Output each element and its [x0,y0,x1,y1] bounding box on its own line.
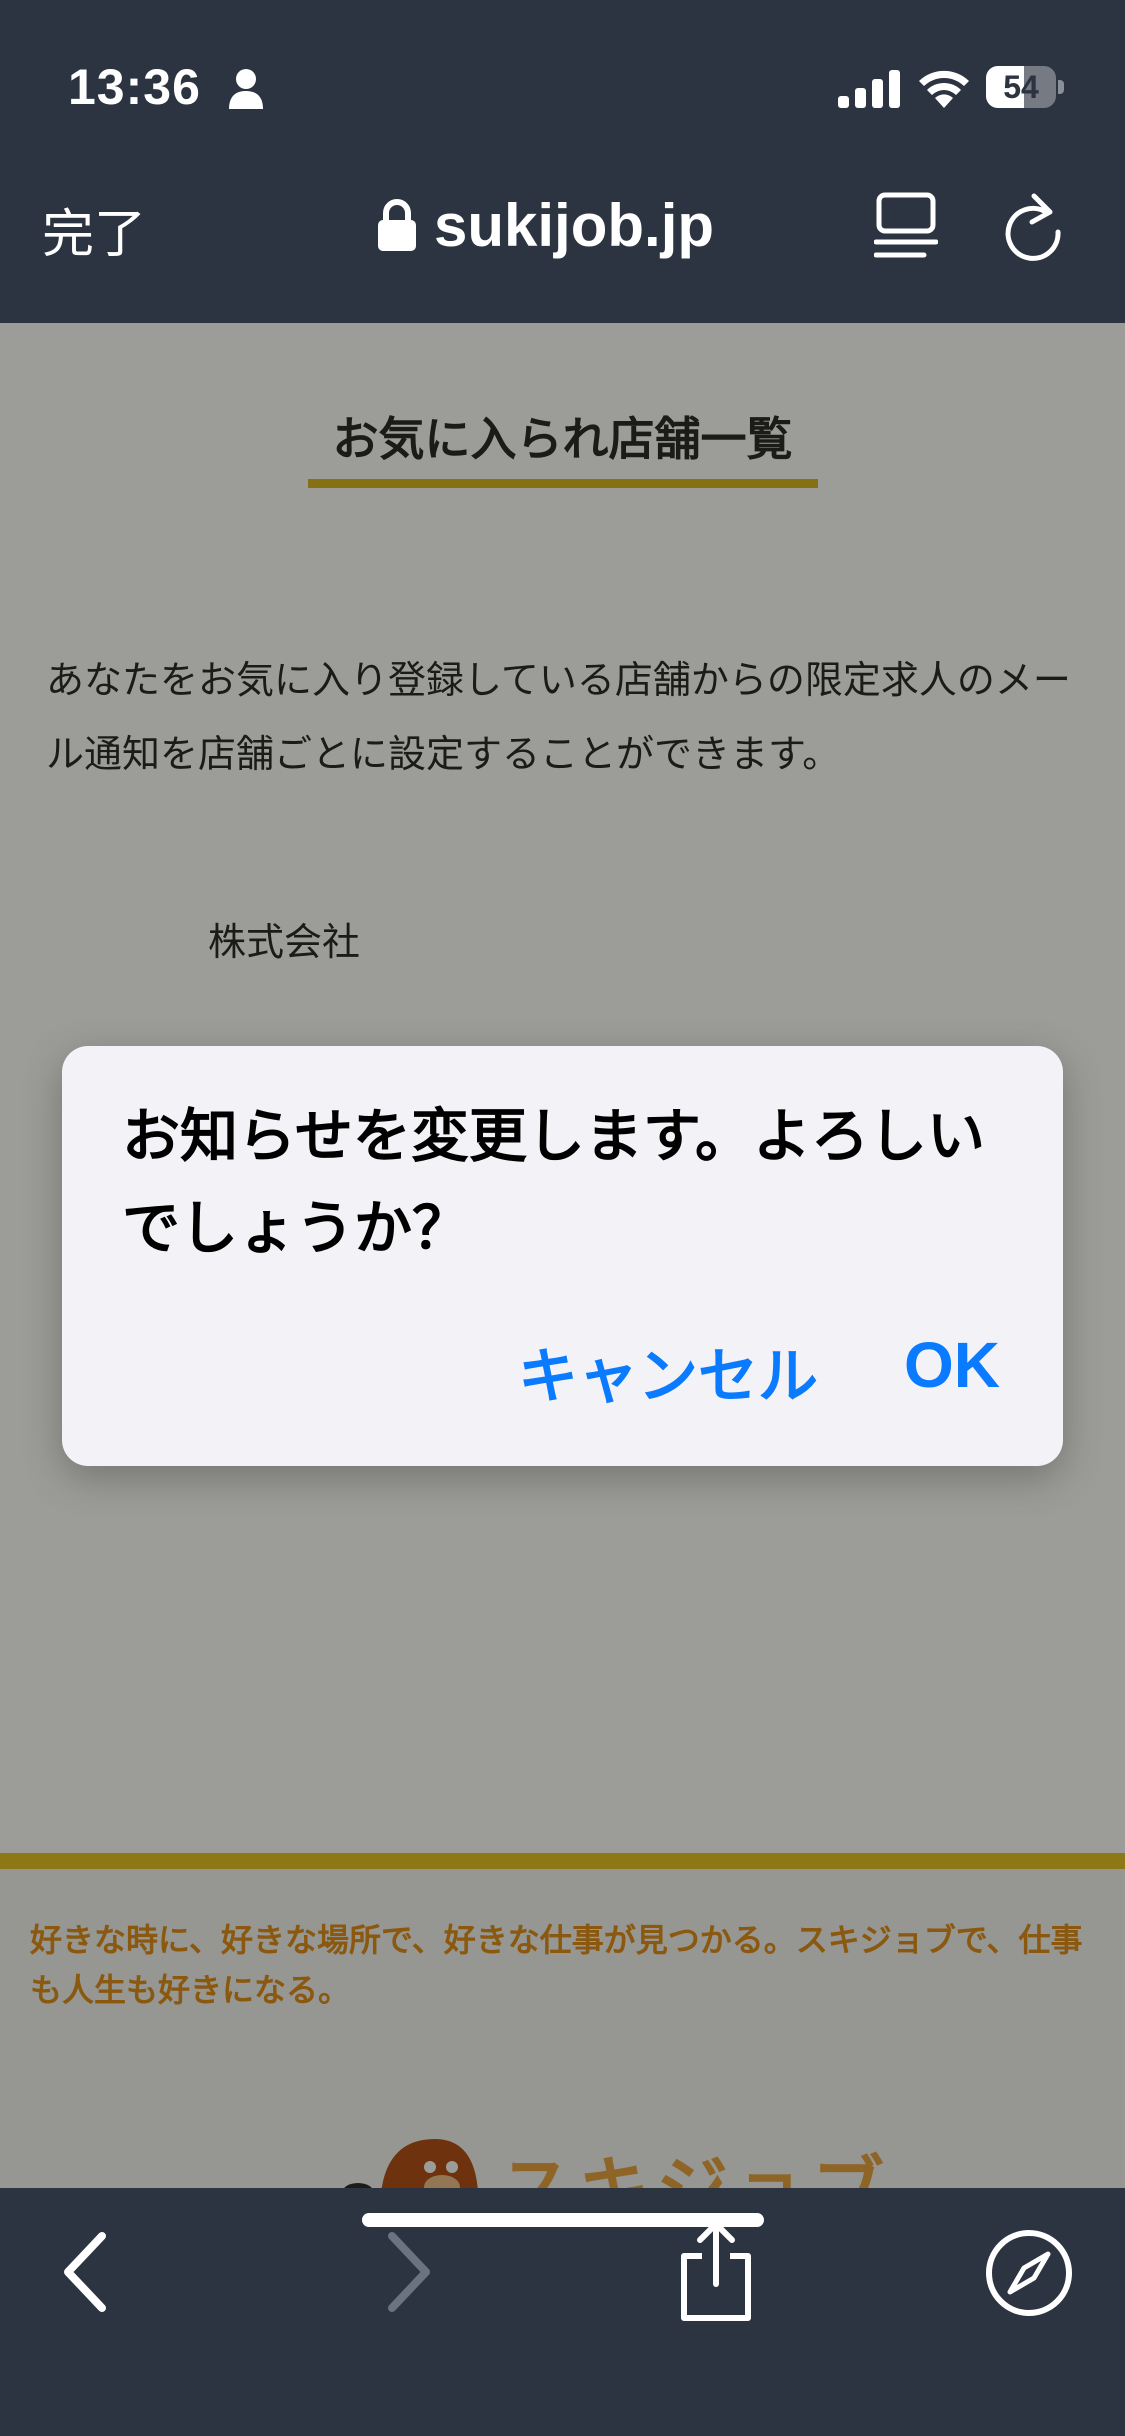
ok-button[interactable]: OK [904,1328,1000,1402]
alert-dialog: お知らせを変更します。よろしいでしょうか？ キャンセル OK [62,1046,1063,1466]
cancel-button[interactable]: キャンセル [518,1328,818,1415]
person-icon [229,69,263,109]
battery-percent: 54 [1003,69,1039,105]
wifi-icon [919,70,969,108]
back-icon[interactable] [58,2230,112,2314]
done-button[interactable]: 完了 [42,192,146,267]
home-indicator [362,2213,764,2227]
reader-icon[interactable] [874,192,938,260]
lock-icon [378,199,416,251]
battery-cap [1058,80,1064,94]
reload-icon[interactable] [1000,192,1066,262]
url-text: sukijob.jp [434,191,715,259]
battery-body: 54 [986,66,1056,108]
forward-icon[interactable] [382,2230,436,2314]
battery-indicator: 54 [986,66,1064,108]
status-bar: 13:36 54 完了 sukijob.jp [0,0,1125,265]
signal-icon [838,70,900,108]
status-time: 13:36 [68,59,201,115]
alert-message: お知らせを変更します。よろしいでしょうか？ [122,1102,986,1262]
share-icon[interactable] [676,2218,756,2324]
address-bar[interactable]: sukijob.jp [378,190,714,260]
compass-icon[interactable] [984,2228,1074,2318]
